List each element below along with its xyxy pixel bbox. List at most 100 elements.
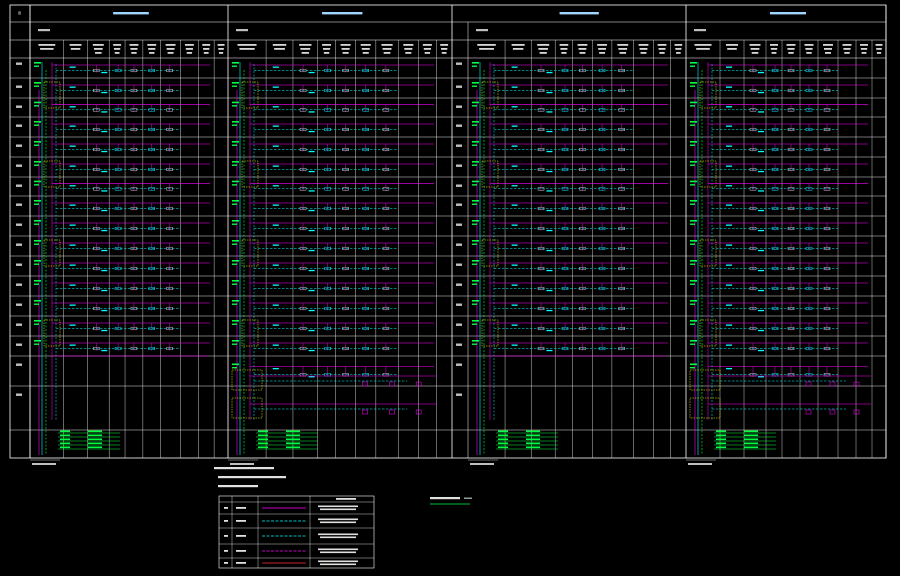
- column-header: [38, 44, 56, 46]
- pipe-size-label: [758, 91, 764, 94]
- pipe-label: [34, 184, 39, 186]
- legend-desc: [320, 536, 356, 539]
- column-header: [771, 52, 777, 54]
- pipe-size-label: [69, 185, 76, 187]
- column-header: [749, 44, 761, 46]
- corner-label: 层: [18, 10, 21, 15]
- floor-label: [16, 363, 22, 366]
- pipe-label: [232, 124, 237, 126]
- column-header: [639, 48, 648, 50]
- pipe-size-label: [511, 66, 518, 68]
- pipe-label: [472, 300, 479, 302]
- pipe-size-label: [272, 244, 279, 246]
- pipe-label: [34, 280, 41, 282]
- equipment-label: [258, 446, 268, 449]
- equipment-label: [716, 434, 726, 437]
- pipe-size-label: [726, 304, 732, 306]
- panel-subtitle: [694, 29, 706, 32]
- panel-subtitle: [236, 29, 248, 32]
- pipe-size-label: [272, 224, 279, 226]
- pipe-label: [690, 323, 695, 325]
- pipe-label: [472, 161, 479, 163]
- equipment-label: [498, 438, 508, 441]
- legend-desc: [318, 533, 358, 536]
- pipe-size-label: [546, 91, 553, 94]
- pipe-label: [472, 243, 477, 245]
- column-header: [167, 52, 174, 54]
- pipe-label: [690, 85, 695, 87]
- panel-title: [770, 12, 806, 15]
- pipe-size-label: [546, 269, 553, 272]
- equipment-label: [60, 434, 70, 437]
- pipe-size-label: [758, 71, 764, 74]
- pipe-label: [690, 280, 697, 282]
- pipe-size-label: [69, 66, 76, 68]
- pipe-size-label: [308, 209, 315, 212]
- floor-label: [456, 105, 462, 108]
- pipe-label: [232, 105, 237, 107]
- pipe-size-label: [511, 244, 518, 246]
- pipe-label: [34, 121, 41, 123]
- pipe-size-label: [726, 368, 732, 370]
- column-header: [694, 44, 712, 46]
- column-header: [560, 48, 568, 50]
- pipe-label: [232, 220, 239, 222]
- column-header: [218, 48, 224, 50]
- pipe-label: [690, 303, 695, 305]
- pipe-label: [690, 65, 695, 67]
- pipe-size-label: [726, 165, 732, 167]
- pipe-label: [690, 343, 695, 345]
- column-header: [825, 52, 831, 54]
- floor-label: [456, 144, 462, 147]
- column-header: [806, 52, 812, 54]
- panel-subtitle: [38, 29, 50, 32]
- pipe-size-label: [101, 249, 108, 252]
- column-header: [113, 48, 121, 50]
- column-header: [511, 44, 525, 46]
- pipe-label: [232, 161, 239, 163]
- floor-label: [16, 303, 22, 306]
- pipe-label: [690, 220, 697, 222]
- pipe-size-label: [69, 106, 76, 108]
- equipment-label: [744, 442, 758, 445]
- pipe-label: [472, 82, 479, 84]
- pipe-label: [232, 203, 237, 205]
- pipe-size-label: [511, 86, 518, 88]
- pipe-label: [472, 124, 477, 126]
- floor-label: [16, 343, 22, 346]
- column-header: [185, 48, 193, 50]
- column-header: [149, 52, 155, 54]
- pipe-label: [232, 263, 237, 265]
- pipe-size-label: [272, 86, 279, 88]
- column-header: [787, 48, 795, 50]
- equipment-label: [498, 446, 508, 449]
- pipe-label: [472, 62, 479, 64]
- pipe-label: [690, 101, 697, 104]
- equipment-label: [88, 442, 102, 445]
- pipe-size-label: [726, 185, 732, 187]
- pipe-size-label: [511, 125, 518, 127]
- column-header: [299, 44, 312, 46]
- column-header: [727, 48, 737, 50]
- pipe-label: [690, 144, 695, 146]
- floor-label: [456, 85, 462, 88]
- column-header: [147, 44, 157, 46]
- pipe-label: [472, 105, 477, 107]
- pipe-size-label: [546, 71, 553, 74]
- pipe-label: [232, 280, 239, 282]
- column-header: [186, 52, 193, 54]
- pipe-label: [34, 200, 41, 202]
- pipe-size-label: [758, 309, 764, 312]
- pipe-size-label: [69, 324, 76, 326]
- equipment-label: [88, 446, 102, 449]
- pipe-label: [690, 223, 695, 225]
- pipe-label: [690, 260, 697, 262]
- pipe-size-label: [272, 125, 279, 127]
- pipe-size-label: [101, 170, 108, 173]
- pipe-label: [232, 320, 239, 322]
- column-header: [382, 48, 392, 50]
- equipment-label: [744, 430, 758, 433]
- equipment-label: [60, 438, 70, 441]
- floor-label: [16, 62, 22, 65]
- pipe-size-label: [511, 165, 518, 167]
